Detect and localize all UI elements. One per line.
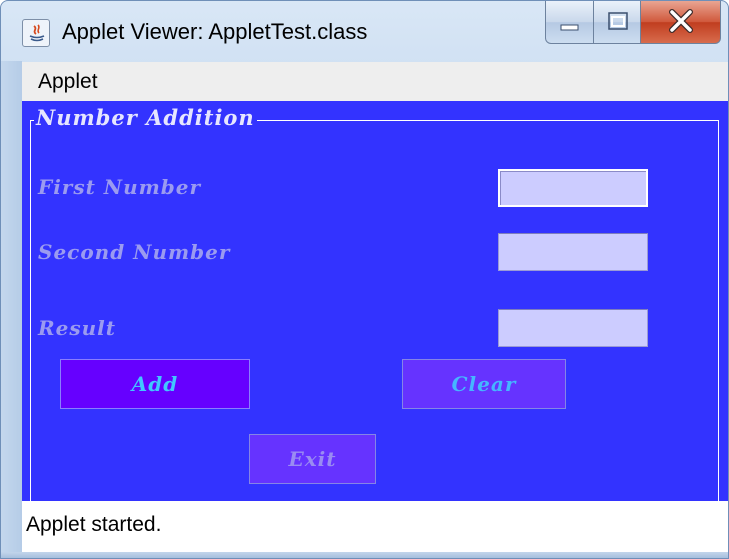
result-label: Result (38, 316, 116, 340)
status-bar: Applet started. (22, 501, 728, 552)
number-addition-panel: Number Addition First Number Second Numb… (22, 101, 728, 501)
status-text: Applet started. (26, 513, 162, 536)
panel-border-left (30, 120, 31, 501)
close-icon (669, 9, 693, 33)
menu-bar: Applet (22, 62, 728, 102)
close-button[interactable] (640, 1, 721, 44)
java-applet-icon[interactable] (22, 19, 50, 47)
panel-title: Number Addition (34, 105, 257, 130)
window-title: Applet Viewer: AppletTest.class (62, 19, 368, 44)
maximize-button[interactable] (593, 1, 641, 44)
clear-button[interactable]: Clear (402, 359, 566, 409)
exit-button[interactable]: Exit (249, 434, 376, 484)
add-button[interactable]: Add (60, 359, 250, 409)
second-number-label: Second Number (38, 240, 231, 264)
applet-viewer-window: Applet Viewer: AppletTest.class Applet N… (0, 0, 729, 559)
window-controls (535, 1, 721, 45)
minimize-button[interactable] (545, 1, 594, 44)
second-number-field[interactable] (498, 233, 648, 271)
first-number-label: First Number (38, 175, 202, 199)
maximize-icon (608, 12, 628, 30)
first-number-field[interactable] (498, 169, 648, 207)
panel-border-right (718, 120, 719, 501)
minimize-icon (560, 24, 579, 31)
window-frame-bottom (1, 552, 728, 558)
title-bar[interactable]: Applet Viewer: AppletTest.class (1, 1, 728, 61)
menu-applet[interactable]: Applet (38, 70, 98, 94)
window-frame-left (1, 61, 22, 552)
result-field[interactable] (498, 309, 648, 347)
